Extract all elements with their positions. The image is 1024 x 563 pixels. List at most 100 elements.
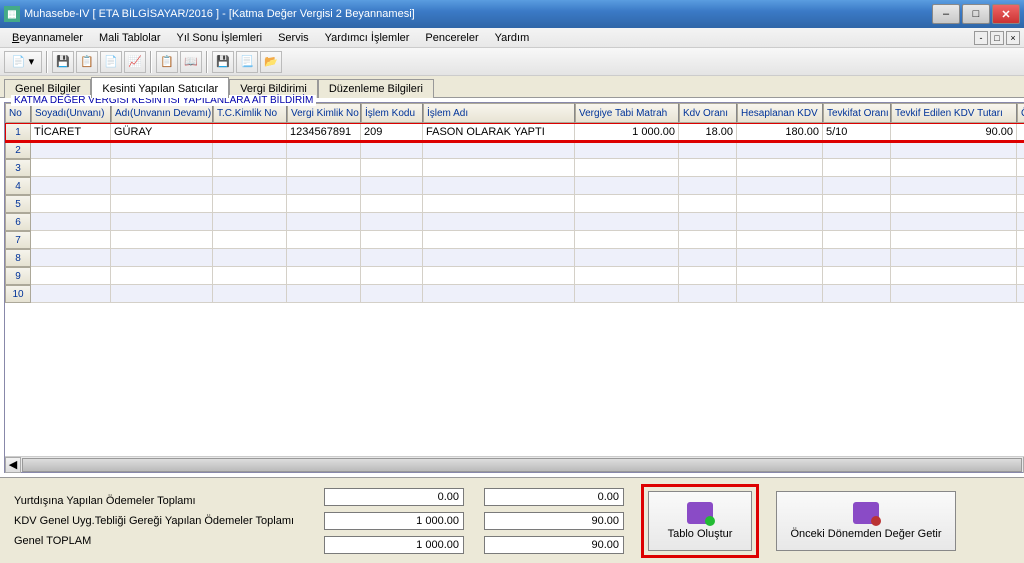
col-matrah[interactable]: Vergiye Tabi Matrah [575,103,679,123]
grid-cell[interactable] [575,177,679,195]
grid-cell[interactable] [423,177,575,195]
grid-cell[interactable] [737,231,823,249]
grid-cell[interactable] [891,285,1017,303]
grid-cell[interactable] [891,159,1017,177]
menu-yardimci[interactable]: Yardımcı İşlemler [317,30,418,46]
grid-cell[interactable] [823,267,891,285]
col-vkn[interactable]: Vergi Kimlik No [287,103,361,123]
grid-cell[interactable] [679,285,737,303]
toolbar-btn-8[interactable]: 📃 [236,51,258,73]
grid-cell[interactable] [287,231,361,249]
grid-cell[interactable] [891,213,1017,231]
grid-cell[interactable] [31,249,111,267]
grid-cell[interactable] [823,177,891,195]
grid-cell[interactable] [575,231,679,249]
menu-yil-sonu[interactable]: Yıl Sonu İşlemleri [169,30,271,46]
grid-cell[interactable] [575,249,679,267]
row-header[interactable]: 6 [5,213,31,231]
grid-cell[interactable] [1017,213,1024,231]
onceki-donem-button[interactable]: Önceki Dönemden Değer Getir [776,491,956,551]
grid-cell[interactable] [31,267,111,285]
grid-cell[interactable] [111,213,213,231]
toolbar-btn-6[interactable]: 📖 [180,51,202,73]
toolbar-btn-2[interactable]: 📋 [76,51,98,73]
table-row[interactable]: 7 [5,231,1024,249]
grid-cell[interactable] [737,285,823,303]
grid-cell[interactable] [891,231,1017,249]
grid-cell[interactable] [287,195,361,213]
grid-cell[interactable] [31,231,111,249]
grid-cell[interactable] [1017,231,1024,249]
col-adi[interactable]: Adı(Unvanın Devamı) [111,103,213,123]
grid-cell[interactable]: 90.00 [891,123,1017,141]
grid-cell[interactable] [679,177,737,195]
grid-cell[interactable] [891,195,1017,213]
grid-cell[interactable] [891,141,1017,159]
col-tckn[interactable]: T.C.Kimlik No [213,103,287,123]
toolbar-btn-1[interactable]: 💾 [52,51,74,73]
maximize-button[interactable]: □ [962,4,990,24]
grid-cell[interactable] [891,267,1017,285]
grid-cell[interactable] [737,213,823,231]
row-header[interactable]: 7 [5,231,31,249]
menu-servis[interactable]: Servis [270,30,317,46]
grid-cell[interactable] [31,195,111,213]
grid-cell[interactable] [737,177,823,195]
grid-cell[interactable] [31,285,111,303]
grid-cell[interactable] [423,231,575,249]
grid-cell[interactable]: TİCARET [31,123,111,141]
grid-cell[interactable] [31,213,111,231]
grid-cell[interactable] [679,195,737,213]
col-tevkifat-orani[interactable]: Tevkifat Oranı [823,103,891,123]
grid-cell[interactable] [891,249,1017,267]
grid-cell[interactable] [891,177,1017,195]
table-row[interactable]: 2 [5,141,1024,159]
mdi-minimize[interactable]: - [974,31,988,45]
grid-cell[interactable]: GÜRAY [111,123,213,141]
grid-cell[interactable] [737,249,823,267]
col-islem-adi[interactable]: İşlem Adı [423,103,575,123]
grid-cell[interactable] [679,213,737,231]
menu-beyannameler[interactable]: Beyannameler [4,30,91,46]
grid-cell[interactable] [679,141,737,159]
col-soyadi[interactable]: Soyadı(Unvanı) [31,103,111,123]
grid-cell[interactable] [423,249,575,267]
grid-cell[interactable] [737,267,823,285]
table-row[interactable]: 10 [5,285,1024,303]
grid-cell[interactable] [361,249,423,267]
row-header[interactable]: 1 [5,123,31,141]
col-hesaplanan-kdv[interactable]: Hesaplanan KDV [737,103,823,123]
grid-cell[interactable] [111,195,213,213]
toolbar-btn-7[interactable]: 💾 [212,51,234,73]
row-header[interactable]: 8 [5,249,31,267]
grid-cell[interactable] [361,285,423,303]
grid-cell[interactable] [111,249,213,267]
table-row[interactable]: 5 [5,195,1024,213]
grid-cell[interactable] [31,159,111,177]
grid-cell[interactable] [111,285,213,303]
grid-cell[interactable] [679,231,737,249]
grid-cell[interactable]: 180.00 [737,123,823,141]
table-row[interactable]: 8 [5,249,1024,267]
grid-cell[interactable] [1017,267,1024,285]
grid-cell[interactable] [31,177,111,195]
grid-cell[interactable] [287,159,361,177]
col-kdv-orani[interactable]: Kdv Oranı [679,103,737,123]
grid-cell[interactable] [111,177,213,195]
menu-mali-tablolar[interactable]: Mali Tablolar [91,30,169,46]
grid-cell[interactable] [213,213,287,231]
grid-cell[interactable] [361,195,423,213]
grid-cell[interactable] [213,249,287,267]
table-row[interactable]: 9 [5,267,1024,285]
grid-cell[interactable] [823,231,891,249]
grid-cell[interactable] [1017,141,1024,159]
minimize-button[interactable]: – [932,4,960,24]
grid-cell[interactable] [31,141,111,159]
grid-cell[interactable] [679,249,737,267]
grid-cell[interactable] [737,195,823,213]
grid-cell[interactable] [287,141,361,159]
grid-cell[interactable] [823,285,891,303]
grid-cell[interactable] [1017,285,1024,303]
table-row[interactable]: 6 [5,213,1024,231]
grid-cell[interactable] [423,141,575,159]
